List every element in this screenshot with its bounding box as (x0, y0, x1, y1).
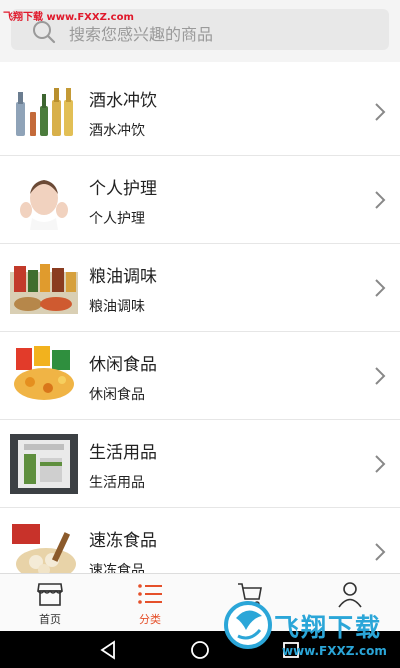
category-title: 生活用品 (89, 443, 157, 463)
tab-home[interactable]: 首页 (0, 574, 100, 632)
category-title: 粮油调味 (89, 267, 157, 287)
user-icon (338, 582, 362, 608)
snacks-thumbnail (14, 346, 74, 400)
category-item-daily-goods[interactable]: 生活用品 生活用品 (0, 420, 400, 508)
category-subtitle: 粮油调味 (89, 299, 145, 315)
bottom-tab-bar: 首页 分类 (0, 573, 400, 631)
cart-icon (238, 583, 262, 607)
tab-category[interactable]: 分类 (100, 574, 200, 632)
chevron-right-icon (375, 191, 386, 209)
category-title: 休闲食品 (89, 355, 157, 375)
watermark-text: 飞翔下载 www.FXXZ.com (3, 12, 134, 23)
category-item-snacks[interactable]: 休闲食品 休闲食品 (0, 332, 400, 420)
category-subtitle: 休闲食品 (89, 387, 145, 403)
category-item-personal-care[interactable]: 个人护理 个人护理 (0, 156, 400, 244)
header-bar: 搜索您感兴趣的商品 飞翔下载 www.FXXZ.com (0, 0, 400, 62)
tab-label: 首页 (39, 613, 61, 626)
chevron-right-icon (375, 279, 386, 297)
system-nav-bar (0, 631, 400, 668)
search-placeholder[interactable]: 搜索您感兴趣的商品 (69, 21, 213, 45)
personal-care-thumbnail (10, 170, 78, 230)
chevron-right-icon (375, 543, 386, 561)
list-icon (138, 584, 162, 604)
category-subtitle: 生活用品 (89, 475, 145, 491)
category-subtitle: 个人护理 (89, 211, 145, 227)
category-subtitle: 酒水冲饮 (89, 123, 145, 139)
category-title: 酒水冲饮 (89, 91, 157, 111)
daily-goods-thumbnail (10, 434, 78, 494)
category-item-drinks[interactable]: 酒水冲饮 酒水冲饮 (0, 68, 400, 156)
drinks-thumbnail (16, 88, 73, 136)
category-item-grain-oil[interactable]: 粮油调味 粮油调味 (0, 244, 400, 332)
grain-oil-thumbnail (10, 264, 78, 314)
category-title: 个人护理 (89, 179, 157, 199)
category-title: 速冻食品 (89, 531, 157, 551)
chevron-right-icon (375, 367, 386, 385)
home-icon[interactable] (189, 639, 211, 661)
store-icon (37, 583, 63, 606)
tab-cart[interactable] (200, 574, 300, 632)
recent-apps-icon[interactable] (280, 639, 302, 661)
back-icon[interactable] (98, 639, 120, 661)
tab-profile[interactable] (300, 574, 400, 632)
chevron-right-icon (375, 103, 386, 121)
tab-label: 分类 (139, 613, 161, 626)
category-list: 酒水冲饮 酒水冲饮 个人护理 个人护理 粮油调味 粮油调味 休闲食品 休闲食品 … (0, 68, 400, 596)
chevron-right-icon (375, 455, 386, 473)
